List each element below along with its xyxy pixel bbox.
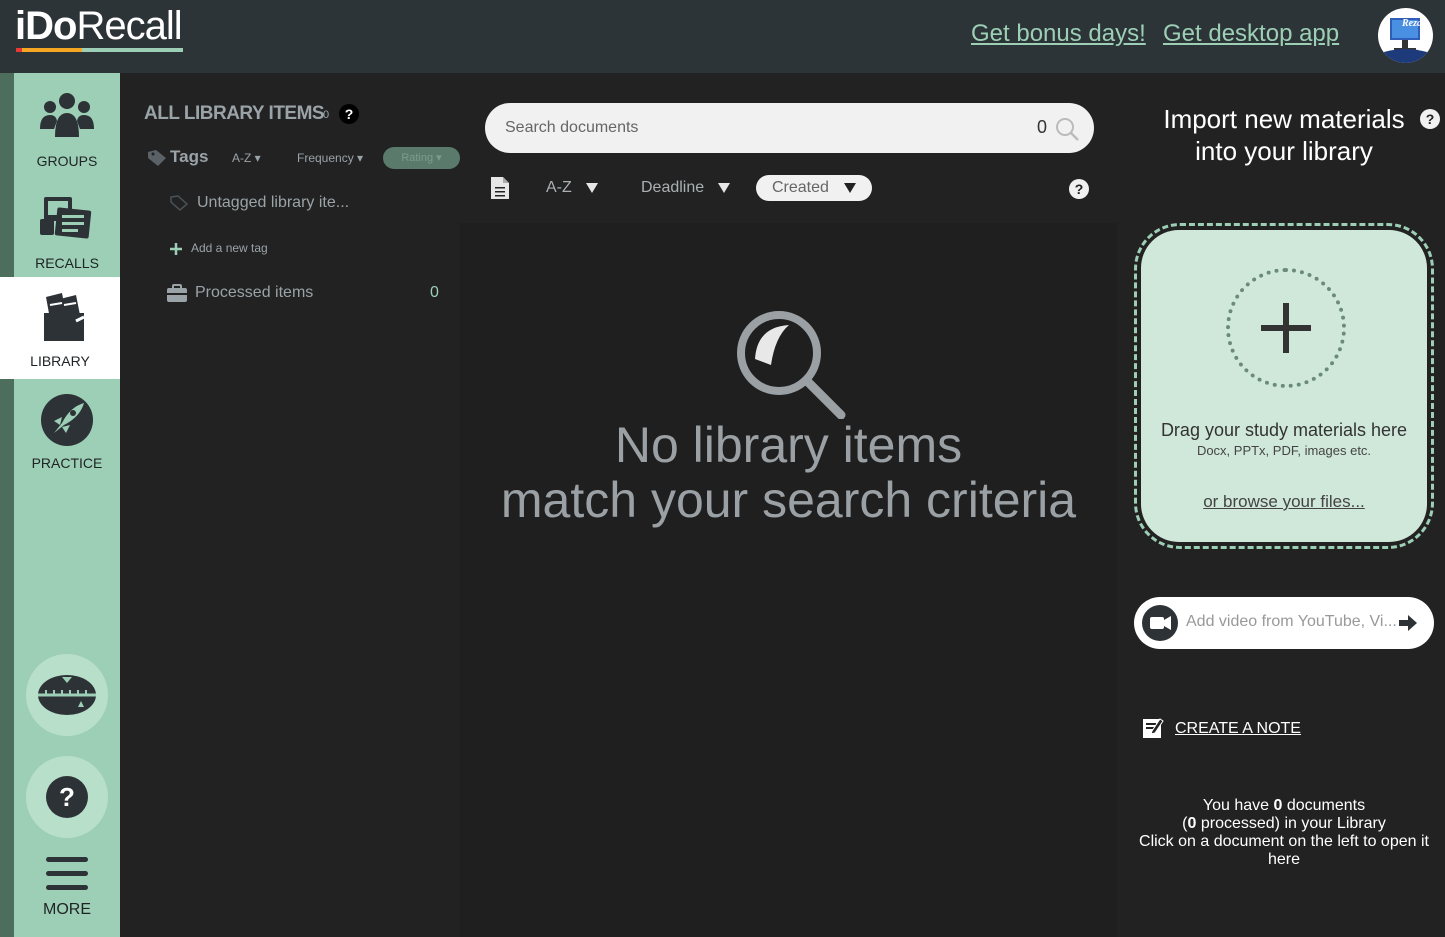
browse-files-link[interactable]: or browse your files... [1141, 492, 1427, 512]
recalls-icon [40, 197, 92, 239]
create-note-link[interactable]: CREATE A NOTE [1175, 720, 1301, 738]
add-new-tag[interactable]: Add a new tag [191, 241, 268, 255]
rail-practice[interactable]: PRACTICE [14, 379, 120, 481]
rail-recalls[interactable]: RECALLS [14, 179, 120, 281]
logo-underline [16, 48, 183, 52]
get-bonus-days-link[interactable]: Get bonus days! [971, 20, 1146, 48]
sort-help-icon[interactable]: ? [1069, 179, 1089, 199]
sort-az-label: A-Z [546, 179, 572, 196]
menu-icon[interactable] [46, 855, 88, 893]
summary-line3: Click on a document on the left to open … [1139, 833, 1429, 850]
left-rail: GROUPS RECALLS LIBRARY PRACTICE ? MORE [0, 73, 120, 937]
goal-gauge-icon [38, 675, 96, 715]
rail-more-label[interactable]: MORE [14, 901, 120, 919]
search-input[interactable]: Search documents [505, 119, 638, 137]
search-result-count: 0 [1037, 117, 1048, 137]
rail-groups[interactable]: GROUPS [14, 77, 120, 179]
summary-line2: (0 processed) in your Library [1182, 815, 1386, 832]
rail-practice-label: PRACTICE [31, 455, 103, 471]
rail-library[interactable]: LIBRARY [0, 277, 120, 379]
library-count: 0 [323, 109, 330, 121]
library-help-icon[interactable]: ? [339, 104, 359, 124]
tags-sort-az[interactable]: A-Z ▾ [232, 151, 261, 171]
rail-recalls-label: RECALLS [35, 255, 99, 271]
avatar-label: Reza [1401, 18, 1422, 29]
untagged-tag-icon [170, 195, 188, 211]
import-title-line1: Import new materials [1163, 104, 1405, 134]
video-camera-icon [1142, 605, 1178, 641]
app-logo[interactable]: iDoRecall [15, 4, 183, 49]
groups-icon [40, 93, 94, 137]
documents-main: Search documents 0 A-Z Deadline Created … [460, 73, 1117, 937]
plus-icon [170, 243, 182, 255]
drop-file-types: Docx, PPTx, PDF, images etc. [1196, 443, 1372, 458]
tags-sort-frequency[interactable]: Frequency ▾ [297, 151, 363, 171]
documents-toolbar: Search documents 0 A-Z Deadline Created … [460, 73, 1117, 223]
rail-groups-label: GROUPS [36, 153, 98, 169]
tags-panel: ALL LIBRARY ITEMS 0 ? Tags A-Z ▾ Frequen… [120, 73, 460, 937]
sort-created-label: Created [772, 179, 829, 196]
rail-edge [0, 73, 14, 937]
processed-count: 0 [430, 284, 439, 301]
file-drop-zone[interactable]: Drag your study materials here Docx, PPT… [1134, 223, 1434, 549]
help-icon-glyph: ? [59, 782, 75, 812]
empty-state-line2: match your search criteria [500, 472, 1077, 528]
drop-zone-inner: Drag your study materials here Docx, PPT… [1141, 230, 1427, 542]
search-icon[interactable] [1055, 117, 1079, 141]
sort-created[interactable]: Created [756, 175, 872, 201]
help-icon: ? [46, 776, 88, 818]
rail-widget-button[interactable] [26, 654, 108, 736]
briefcase-icon [167, 284, 187, 302]
summary-line1: You have 0 documents [1202, 797, 1366, 814]
sort-deadline[interactable]: Deadline [641, 179, 704, 197]
library-summary: You have 0 documents (0 processed) in yo… [1117, 797, 1445, 869]
rail-library-label: LIBRARY [30, 353, 90, 369]
import-title-line2: into your library [1195, 136, 1373, 166]
top-bar: iDoRecall Get bonus days! Get desktop ap… [0, 0, 1445, 73]
get-desktop-app-link[interactable]: Get desktop app [1163, 20, 1339, 48]
library-title: ALL LIBRARY ITEMS [144, 103, 325, 124]
import-title: Import new materials into your library [1117, 103, 1445, 167]
empty-state-line1: No library items [614, 417, 963, 473]
drop-instructions: Drag your study materials here [1160, 420, 1408, 440]
chevron-down-icon [586, 183, 598, 193]
library-icon [44, 293, 85, 341]
arrow-right-icon[interactable] [1399, 615, 1417, 631]
processed-items[interactable]: Processed items [195, 284, 313, 302]
chevron-down-icon [718, 183, 730, 193]
avatar[interactable]: Reza [1378, 8, 1433, 63]
video-url-field[interactable]: Add video from YouTube, Vi... [1134, 597, 1434, 649]
note-edit-icon [1143, 718, 1164, 738]
tags-label: Tags [170, 147, 209, 166]
summary-line4: here [1267, 851, 1301, 868]
practice-rocket-icon [41, 394, 93, 446]
tag-icon [148, 150, 166, 166]
document-icon[interactable] [491, 177, 509, 199]
tags-sort-rating[interactable]: Rating ▾ [383, 147, 460, 169]
chevron-down-icon [844, 183, 856, 193]
import-help-icon[interactable]: ? [1420, 109, 1440, 129]
video-url-input[interactable]: Add video from YouTube, Vi... [1186, 613, 1397, 631]
sort-az[interactable]: A-Z [546, 179, 572, 197]
help-button[interactable]: ? [26, 756, 108, 838]
plus-icon[interactable] [1261, 303, 1311, 353]
untagged-items[interactable]: Untagged library ite... [197, 194, 349, 212]
search-bar[interactable]: Search documents 0 [485, 103, 1094, 153]
import-panel: Import new materials into your library ?… [1117, 73, 1445, 937]
sort-deadline-label: Deadline [641, 179, 705, 196]
no-results-search-icon [737, 311, 846, 419]
